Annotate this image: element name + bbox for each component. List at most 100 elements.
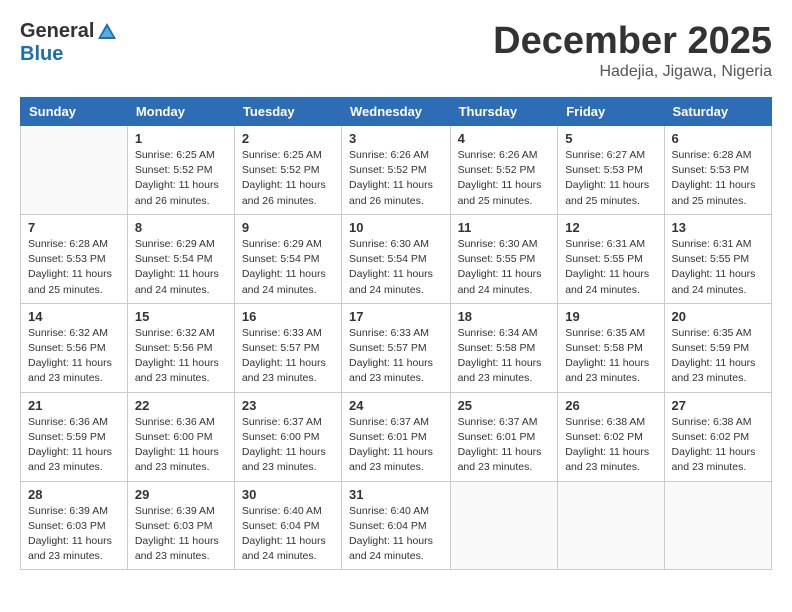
day-number: 9 <box>242 220 334 235</box>
calendar-day-cell: 30 Sunrise: 6:40 AMSunset: 6:04 PMDayligh… <box>234 481 341 570</box>
day-number: 3 <box>349 131 443 146</box>
day-detail: Sunrise: 6:32 AMSunset: 5:56 PMDaylight:… <box>28 326 120 387</box>
day-detail: Sunrise: 6:37 AMSunset: 6:00 PMDaylight:… <box>242 415 334 476</box>
calendar-week-row: 28 Sunrise: 6:39 AMSunset: 6:03 PMDayligh… <box>21 481 772 570</box>
day-detail: Sunrise: 6:28 AMSunset: 5:53 PMDaylight:… <box>672 148 764 209</box>
day-detail: Sunrise: 6:29 AMSunset: 5:54 PMDaylight:… <box>242 237 334 298</box>
day-detail: Sunrise: 6:38 AMSunset: 6:02 PMDaylight:… <box>565 415 656 476</box>
day-detail: Sunrise: 6:31 AMSunset: 5:55 PMDaylight:… <box>565 237 656 298</box>
calendar-day-cell: 14 Sunrise: 6:32 AMSunset: 5:56 PMDayligh… <box>21 303 128 392</box>
calendar-week-row: 21 Sunrise: 6:36 AMSunset: 5:59 PMDayligh… <box>21 392 772 481</box>
day-detail: Sunrise: 6:39 AMSunset: 6:03 PMDaylight:… <box>28 504 120 565</box>
day-number: 7 <box>28 220 120 235</box>
day-detail: Sunrise: 6:40 AMSunset: 6:04 PMDaylight:… <box>349 504 443 565</box>
day-number: 31 <box>349 487 443 502</box>
calendar-day-header: Saturday <box>664 98 771 126</box>
day-number: 17 <box>349 309 443 324</box>
day-detail: Sunrise: 6:27 AMSunset: 5:53 PMDaylight:… <box>565 148 656 209</box>
day-number: 1 <box>135 131 227 146</box>
logo-general-text: General <box>20 20 94 43</box>
calendar-day-header: Wednesday <box>342 98 451 126</box>
calendar-day-cell: 27Sunrise: 6:38 AMSunset: 6:02 PMDayligh… <box>664 392 771 481</box>
calendar-day-cell: 15 Sunrise: 6:32 AMSunset: 5:56 PMDayligh… <box>127 303 234 392</box>
day-detail: Sunrise: 6:39 AMSunset: 6:03 PMDaylight:… <box>135 504 227 565</box>
calendar-day-cell: 24 Sunrise: 6:37 AMSunset: 6:01 PMDayligh… <box>342 392 451 481</box>
calendar-day-cell: 25 Sunrise: 6:37 AMSunset: 6:01 PMDayligh… <box>450 392 558 481</box>
day-detail: Sunrise: 6:35 AMSunset: 5:58 PMDaylight:… <box>565 326 656 387</box>
day-detail: Sunrise: 6:33 AMSunset: 5:57 PMDaylight:… <box>349 326 443 387</box>
day-number: 10 <box>349 220 443 235</box>
day-number: 12 <box>565 220 656 235</box>
calendar-day-cell: 2 Sunrise: 6:25 AMSunset: 5:52 PMDaylight… <box>234 126 341 215</box>
logo-icon <box>96 21 118 43</box>
location-title: Hadejia, Jigawa, Nigeria <box>493 63 772 81</box>
day-detail: Sunrise: 6:26 AMSunset: 5:52 PMDaylight:… <box>458 148 551 209</box>
day-number: 16 <box>242 309 334 324</box>
day-detail: Sunrise: 6:34 AMSunset: 5:58 PMDaylight:… <box>458 326 551 387</box>
day-detail: Sunrise: 6:37 AMSunset: 6:01 PMDaylight:… <box>458 415 551 476</box>
calendar-day-cell <box>21 126 128 215</box>
day-number: 4 <box>458 131 551 146</box>
day-detail: Sunrise: 6:30 AMSunset: 5:54 PMDaylight:… <box>349 237 443 298</box>
calendar-day-cell: 18 Sunrise: 6:34 AMSunset: 5:58 PMDayligh… <box>450 303 558 392</box>
day-number: 5 <box>565 131 656 146</box>
day-number: 26 <box>565 398 656 413</box>
day-number: 8 <box>135 220 227 235</box>
day-number: 19 <box>565 309 656 324</box>
day-number: 28 <box>28 487 120 502</box>
day-detail: Sunrise: 6:31 AMSunset: 5:55 PMDaylight:… <box>672 237 764 298</box>
calendar-day-header: Tuesday <box>234 98 341 126</box>
day-detail: Sunrise: 6:36 AMSunset: 6:00 PMDaylight:… <box>135 415 227 476</box>
day-number: 18 <box>458 309 551 324</box>
calendar-day-cell: 10 Sunrise: 6:30 AMSunset: 5:54 PMDayligh… <box>342 214 451 303</box>
calendar-week-row: 14 Sunrise: 6:32 AMSunset: 5:56 PMDayligh… <box>21 303 772 392</box>
day-number: 30 <box>242 487 334 502</box>
day-detail: Sunrise: 6:37 AMSunset: 6:01 PMDaylight:… <box>349 415 443 476</box>
day-detail: Sunrise: 6:36 AMSunset: 5:59 PMDaylight:… <box>28 415 120 476</box>
day-number: 23 <box>242 398 334 413</box>
calendar-day-cell: 7 Sunrise: 6:28 AMSunset: 5:53 PMDaylight… <box>21 214 128 303</box>
calendar-day-header: Monday <box>127 98 234 126</box>
day-detail: Sunrise: 6:28 AMSunset: 5:53 PMDaylight:… <box>28 237 120 298</box>
calendar-day-cell: 22Sunrise: 6:36 AMSunset: 6:00 PMDayligh… <box>127 392 234 481</box>
calendar-day-cell: 21 Sunrise: 6:36 AMSunset: 5:59 PMDayligh… <box>21 392 128 481</box>
title-area: December 2025 Hadejia, Jigawa, Nigeria <box>493 20 772 81</box>
day-detail: Sunrise: 6:25 AMSunset: 5:52 PMDaylight:… <box>242 148 334 209</box>
day-number: 15 <box>135 309 227 324</box>
calendar-day-cell: 23 Sunrise: 6:37 AMSunset: 6:00 PMDayligh… <box>234 392 341 481</box>
calendar-day-cell: 12 Sunrise: 6:31 AMSunset: 5:55 PMDayligh… <box>558 214 664 303</box>
calendar-day-cell: 16 Sunrise: 6:33 AMSunset: 5:57 PMDayligh… <box>234 303 341 392</box>
calendar-day-cell: 1 Sunrise: 6:25 AMSunset: 5:52 PMDaylight… <box>127 126 234 215</box>
calendar-header-row: SundayMondayTuesdayWednesdayThursdayFrid… <box>21 98 772 126</box>
day-number: 29 <box>135 487 227 502</box>
day-number: 20 <box>672 309 764 324</box>
day-detail: Sunrise: 6:32 AMSunset: 5:56 PMDaylight:… <box>135 326 227 387</box>
calendar-day-cell: 3 Sunrise: 6:26 AMSunset: 5:52 PMDaylight… <box>342 126 451 215</box>
day-number: 2 <box>242 131 334 146</box>
day-number: 25 <box>458 398 551 413</box>
calendar-day-cell: 28 Sunrise: 6:39 AMSunset: 6:03 PMDayligh… <box>21 481 128 570</box>
calendar-day-cell: 9 Sunrise: 6:29 AMSunset: 5:54 PMDaylight… <box>234 214 341 303</box>
calendar-day-header: Thursday <box>450 98 558 126</box>
calendar-table: SundayMondayTuesdayWednesdayThursdayFrid… <box>20 97 772 570</box>
day-number: 24 <box>349 398 443 413</box>
day-detail: Sunrise: 6:40 AMSunset: 6:04 PMDaylight:… <box>242 504 334 565</box>
day-detail: Sunrise: 6:25 AMSunset: 5:52 PMDaylight:… <box>135 148 227 209</box>
calendar-day-cell: 8Sunrise: 6:29 AMSunset: 5:54 PMDaylight… <box>127 214 234 303</box>
calendar-day-cell: 20Sunrise: 6:35 AMSunset: 5:59 PMDayligh… <box>664 303 771 392</box>
logo: General Blue <box>20 20 118 66</box>
day-number: 11 <box>458 220 551 235</box>
day-number: 21 <box>28 398 120 413</box>
calendar-day-cell: 5 Sunrise: 6:27 AMSunset: 5:53 PMDaylight… <box>558 126 664 215</box>
day-detail: Sunrise: 6:33 AMSunset: 5:57 PMDaylight:… <box>242 326 334 387</box>
day-detail: Sunrise: 6:26 AMSunset: 5:52 PMDaylight:… <box>349 148 443 209</box>
calendar-day-cell <box>664 481 771 570</box>
calendar-day-cell <box>558 481 664 570</box>
day-detail: Sunrise: 6:38 AMSunset: 6:02 PMDaylight:… <box>672 415 764 476</box>
logo-blue-text: Blue <box>20 43 63 66</box>
day-number: 14 <box>28 309 120 324</box>
calendar-day-cell: 4 Sunrise: 6:26 AMSunset: 5:52 PMDaylight… <box>450 126 558 215</box>
calendar-day-header: Friday <box>558 98 664 126</box>
day-detail: Sunrise: 6:30 AMSunset: 5:55 PMDaylight:… <box>458 237 551 298</box>
calendar-day-cell: 6Sunrise: 6:28 AMSunset: 5:53 PMDaylight… <box>664 126 771 215</box>
